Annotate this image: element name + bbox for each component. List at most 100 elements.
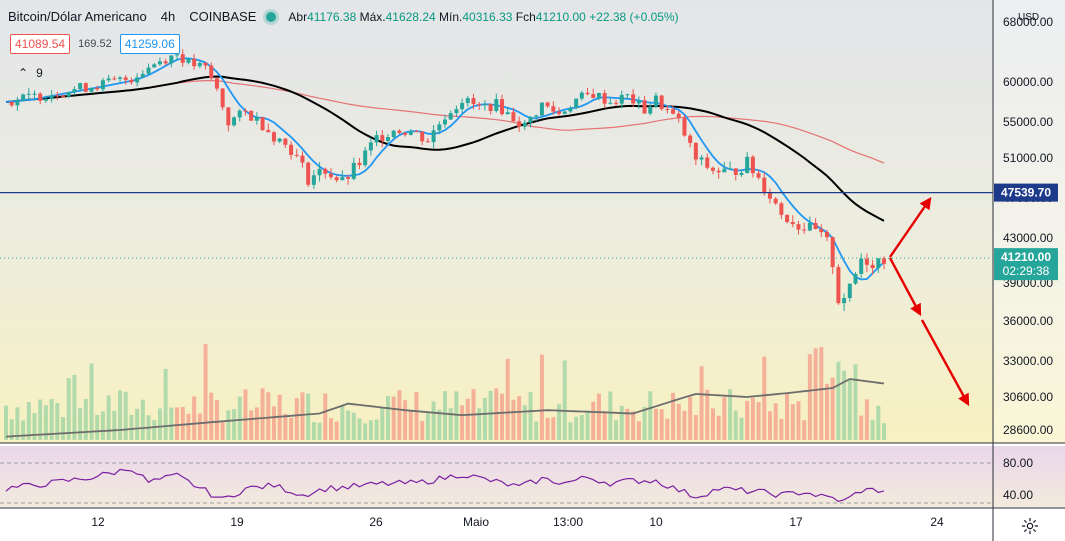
- candle-body: [32, 93, 37, 95]
- high-value: 41628.24: [385, 9, 436, 24]
- volume-bar: [773, 403, 778, 440]
- candle-body: [95, 87, 100, 90]
- candle-body: [853, 273, 858, 284]
- volume-bar: [4, 405, 8, 440]
- volume-bar: [460, 405, 465, 440]
- candle-body: [716, 170, 721, 173]
- volume-bar: [328, 418, 333, 440]
- candle-body: [830, 237, 835, 268]
- candle-body: [249, 110, 254, 121]
- buy-button[interactable]: 41259.06: [119, 34, 180, 54]
- price-tick-label: 51000.00: [1003, 151, 1053, 165]
- candle-body: [443, 119, 447, 125]
- price-tick-label: 60000.00: [1003, 75, 1053, 89]
- candle-body: [631, 94, 636, 104]
- volume-bar: [534, 421, 539, 440]
- volume-bar: [779, 418, 784, 440]
- volume-bar: [123, 391, 128, 440]
- candle-body: [511, 112, 516, 122]
- volume-bar: [853, 364, 858, 440]
- candle-body: [477, 104, 482, 106]
- volume-bar: [522, 405, 527, 440]
- candle-body: [78, 83, 83, 90]
- price-tick-label: 36000.00: [1003, 314, 1053, 328]
- candle-body: [146, 67, 151, 74]
- candle-body: [494, 99, 499, 112]
- candle-body: [568, 107, 573, 112]
- candle-body: [271, 132, 276, 142]
- candle-body: [836, 267, 841, 304]
- high-label: Máx.: [359, 9, 386, 24]
- volume-bar: [357, 418, 362, 440]
- volume-bar: [323, 393, 328, 440]
- volume-bar: [557, 404, 562, 440]
- volume-bar: [243, 389, 248, 440]
- volume-bar: [237, 396, 242, 440]
- ohlc-readout: Abr41176.38 Máx.41628.24 Mín.40316.33 Fc…: [288, 10, 678, 24]
- candle-body: [813, 222, 818, 230]
- candle-body: [140, 73, 145, 78]
- time-tick-label: 12: [91, 515, 105, 529]
- last-price-label: 41210.00: [1001, 250, 1051, 264]
- candle-body: [277, 138, 282, 142]
- volume-bar: [249, 410, 254, 440]
- candle-body: [368, 142, 373, 151]
- symbol-name[interactable]: Bitcoin/Dólar Americano: [8, 9, 147, 24]
- volume-bar: [602, 410, 607, 440]
- volume-bar: [152, 420, 157, 440]
- candle-body: [26, 93, 31, 95]
- interval[interactable]: 4h: [161, 9, 175, 24]
- candle-body: [636, 100, 641, 104]
- candle-body: [323, 168, 328, 174]
- volume-bar: [882, 423, 886, 440]
- volume-bar: [443, 391, 447, 440]
- candle-body: [289, 144, 294, 155]
- volume-bar: [226, 410, 231, 440]
- candle-body: [83, 83, 88, 92]
- volume-bar: [169, 407, 174, 440]
- volume-bar: [175, 407, 180, 440]
- candle-body: [574, 98, 579, 108]
- volume-bar: [425, 412, 430, 440]
- volume-bar: [260, 388, 265, 440]
- candle-body: [89, 87, 94, 92]
- volume-bar: [796, 401, 801, 440]
- price-tick-label: 55000.00: [1003, 115, 1053, 129]
- volume-bar: [157, 408, 162, 440]
- time-tick-label: 10: [649, 515, 663, 529]
- candle-body: [351, 162, 356, 179]
- sell-button[interactable]: 41089.54: [10, 34, 71, 54]
- volume-bar: [203, 343, 208, 440]
- spread-value: 169.52: [78, 38, 112, 50]
- volume-bar: [807, 354, 812, 440]
- volume-bar: [397, 390, 402, 440]
- candle-body: [625, 94, 630, 96]
- indicators-toggle[interactable]: ⌃ 9: [18, 66, 43, 80]
- candle-body: [807, 222, 812, 231]
- volume-bar: [596, 393, 601, 440]
- candle-body: [693, 142, 698, 160]
- price-axis-background: [993, 0, 1065, 443]
- volume-bar: [306, 393, 311, 440]
- candle-body: [773, 198, 778, 204]
- candle-body: [545, 102, 550, 107]
- volume-bar: [864, 399, 869, 440]
- candle-body: [596, 93, 601, 98]
- indicator-count: 9: [36, 66, 43, 80]
- candle-body: [214, 78, 219, 89]
- time-axis-background: [0, 508, 1065, 541]
- candle-body: [283, 138, 288, 145]
- candle-body: [722, 168, 727, 173]
- volume-bar: [579, 414, 584, 440]
- candle-body: [425, 141, 430, 143]
- currency-label: USD: [1018, 12, 1039, 23]
- volume-bar: [767, 411, 772, 440]
- volume-bar: [676, 403, 681, 440]
- market-status-icon: [266, 11, 277, 22]
- candle-body: [824, 232, 829, 238]
- volume-bar: [106, 395, 111, 440]
- candle-body: [374, 135, 379, 143]
- gear-icon[interactable]: [1021, 517, 1039, 535]
- candle-body: [226, 107, 231, 126]
- volume-bar: [693, 415, 698, 440]
